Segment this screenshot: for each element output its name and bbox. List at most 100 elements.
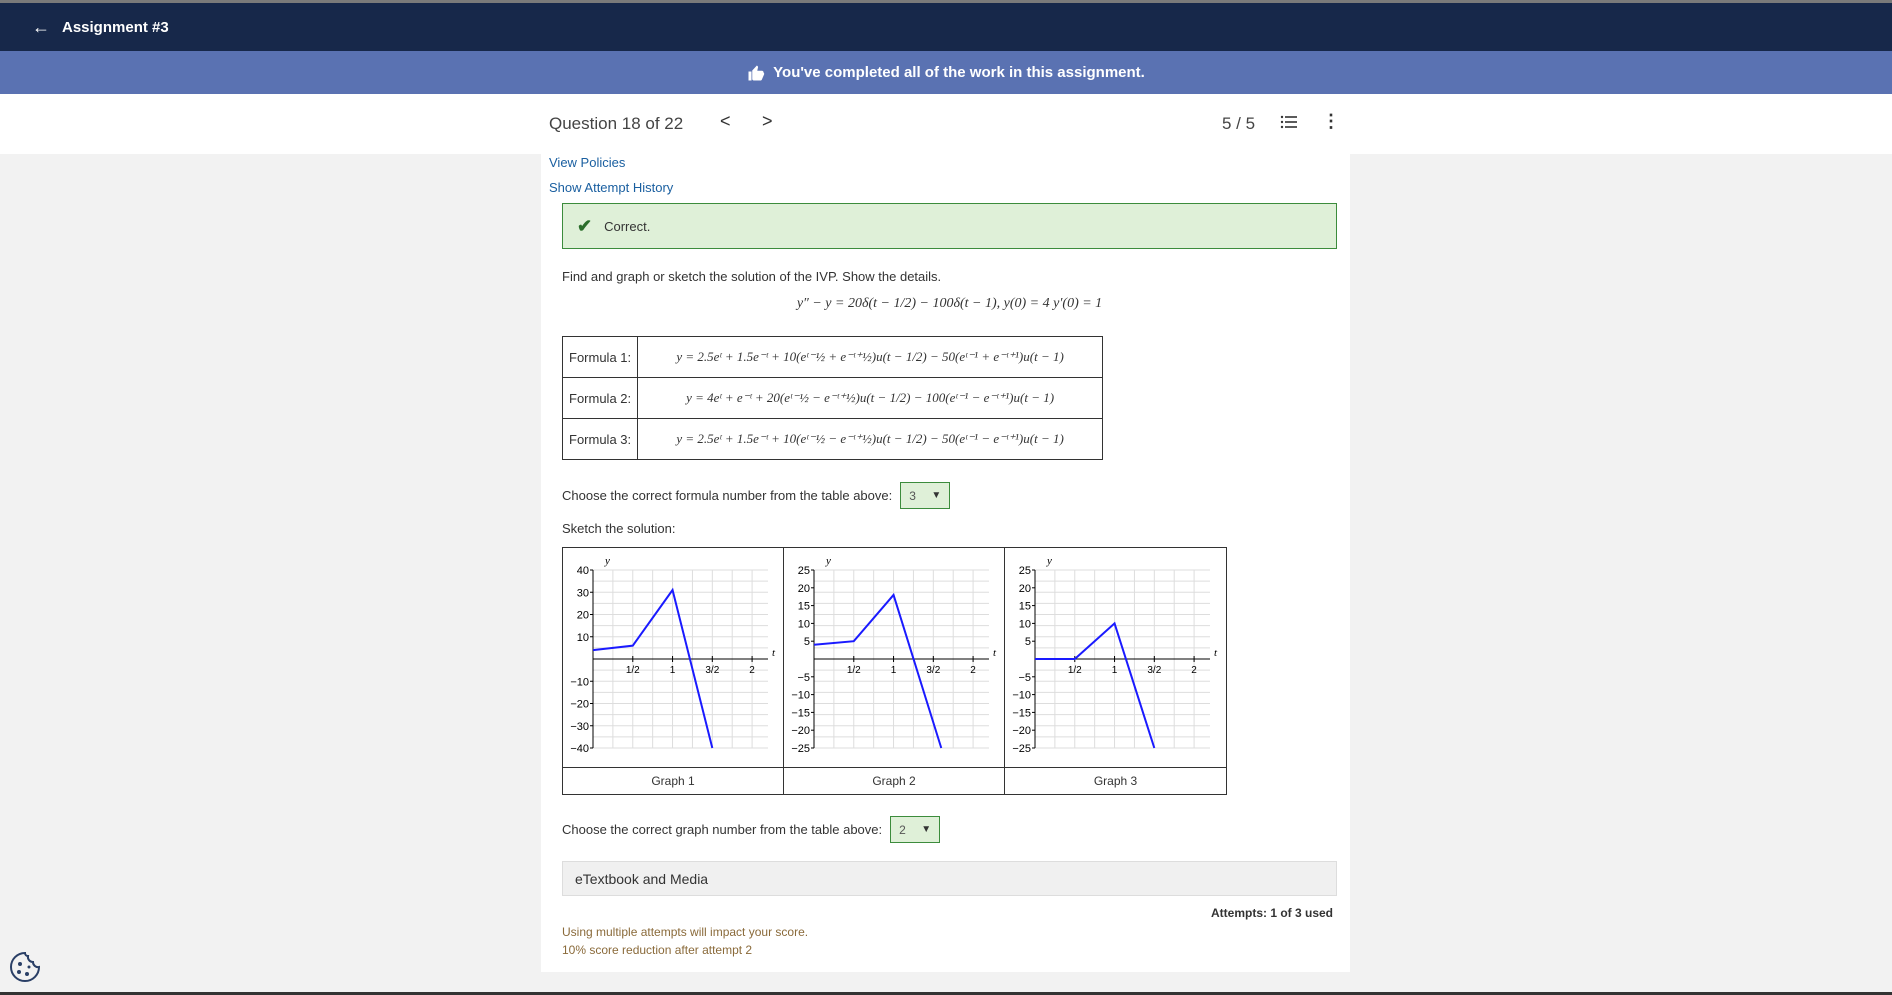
x-tick-label: 2 bbox=[1191, 665, 1197, 676]
problem-equation: y″ − y = 20δ(t − 1/2) − 100δ(t − 1), y(0… bbox=[796, 296, 1103, 311]
graph-1-plot: y t 40 30 20 10 −10 −20 −30 −40 1/2 1 3/2 2 bbox=[570, 555, 776, 755]
attempt-note: Using multiple attempts will impact your… bbox=[562, 925, 809, 939]
x-tick-label: 3/2 bbox=[1147, 665, 1161, 676]
y-tick-label: −10 bbox=[1012, 690, 1031, 702]
y-tick-label: −25 bbox=[1012, 743, 1031, 755]
y-tick-label: 20 bbox=[1019, 583, 1031, 595]
formula-expression: y = 4eᵗ + e⁻ᵗ + 20(eᵗ⁻½ − e⁻ᵗ⁺½)u(t − 1/… bbox=[637, 377, 1103, 419]
y-tick-label: 40 bbox=[577, 565, 589, 577]
formula-choice-label: Choose the correct formula number from t… bbox=[562, 488, 893, 503]
question-score: 5 / 5 bbox=[1222, 114, 1256, 133]
y-tick-label: −25 bbox=[791, 743, 810, 755]
graph-select[interactable]: 2 ▼ bbox=[890, 816, 941, 843]
y-tick-label: 15 bbox=[1019, 601, 1031, 613]
graph-choice-row: Choose the correct graph number from the… bbox=[562, 816, 941, 843]
thumbs-up-icon bbox=[748, 65, 765, 80]
x-tick-label: 2 bbox=[970, 665, 976, 676]
graph-3-plot: y t 25 20 15 10 5 −5 −10 −15 −20 −25 1/2 1 3/2 2 bbox=[1012, 555, 1218, 755]
y-tick-label: 15 bbox=[798, 601, 810, 613]
x-tick-label: 1/2 bbox=[847, 665, 861, 676]
list-icon[interactable] bbox=[1280, 114, 1298, 130]
x-tick-label: 1 bbox=[1112, 665, 1118, 676]
y-tick-label: −20 bbox=[570, 699, 589, 711]
graph-2-plot: y t 25 20 15 10 5 −5 −10 −15 −20 −25 1/2 1 3/2 2 bbox=[791, 555, 997, 755]
formula-label: Formula 1: bbox=[561, 336, 639, 378]
y-tick-label: −30 bbox=[570, 721, 589, 733]
chevron-down-icon: ▼ bbox=[931, 490, 942, 501]
y-tick-label: −10 bbox=[570, 676, 589, 688]
correct-status-box: ✔ Correct. bbox=[562, 203, 1337, 249]
completion-banner: You've completed all of the work in this… bbox=[0, 51, 1892, 94]
y-tick-label: 5 bbox=[1025, 636, 1031, 648]
y-tick-label: −10 bbox=[791, 690, 810, 702]
y-tick-label: 20 bbox=[577, 610, 589, 622]
banner-text: You've completed all of the work in this… bbox=[773, 64, 1145, 81]
x-tick-label: 1 bbox=[670, 665, 676, 676]
x-tick-label: 2 bbox=[749, 665, 755, 676]
y-axis-label: y bbox=[1046, 555, 1052, 567]
x-tick-label: 1/2 bbox=[1068, 665, 1082, 676]
formula-table: Formula 1: y = 2.5eᵗ + 1.5e⁻ᵗ + 10(eᵗ⁻½ … bbox=[561, 336, 1103, 460]
chevron-down-icon: ▼ bbox=[921, 824, 932, 835]
sketch-label: Sketch the solution: bbox=[562, 521, 676, 536]
check-icon: ✔ bbox=[577, 215, 593, 236]
x-tick-label: 3/2 bbox=[705, 665, 719, 676]
y-tick-label: −15 bbox=[791, 707, 810, 719]
formula-label: Formula 2: bbox=[561, 377, 639, 419]
y-tick-label: 25 bbox=[798, 565, 810, 577]
status-text: Correct. bbox=[604, 218, 651, 234]
y-tick-label: −5 bbox=[1018, 672, 1031, 684]
y-tick-label: 10 bbox=[798, 618, 810, 630]
formula-row: Formula 2: y = 4eᵗ + e⁻ᵗ + 20(eᵗ⁻½ − e⁻ᵗ… bbox=[561, 377, 1103, 419]
y-tick-label: 20 bbox=[798, 583, 810, 595]
y-tick-label: −20 bbox=[1012, 725, 1031, 737]
more-vertical-icon[interactable]: ⋮ bbox=[1322, 112, 1340, 130]
etextbook-media-button[interactable]: eTextbook and Media bbox=[562, 861, 1337, 896]
formula-select-value: 3 bbox=[909, 488, 916, 503]
view-policies-link[interactable]: View Policies bbox=[549, 155, 625, 170]
y-axis-label: y bbox=[604, 555, 610, 567]
solution-curve bbox=[813, 592, 943, 749]
previous-question-button[interactable]: < bbox=[720, 112, 731, 130]
x-tick-label: 1/2 bbox=[626, 665, 640, 676]
graph-select-value: 2 bbox=[899, 822, 906, 837]
formula-select[interactable]: 3 ▼ bbox=[900, 482, 951, 509]
y-tick-label: 5 bbox=[804, 636, 810, 648]
formula-expression: y = 2.5eᵗ + 1.5e⁻ᵗ + 10(eᵗ⁻½ + e⁻ᵗ⁺½)u(t… bbox=[637, 336, 1103, 378]
x-tick-label: 1 bbox=[891, 665, 897, 676]
x-axis-label: t bbox=[772, 647, 776, 659]
formula-row: Formula 1: y = 2.5eᵗ + 1.5e⁻ᵗ + 10(eᵗ⁻½ … bbox=[561, 336, 1103, 378]
y-tick-label: 25 bbox=[1019, 565, 1031, 577]
formula-expression: y = 2.5eᵗ + 1.5e⁻ᵗ + 10(eᵗ⁻½ − e⁻ᵗ⁺½)u(t… bbox=[637, 418, 1103, 460]
y-tick-label: −15 bbox=[1012, 707, 1031, 719]
next-question-button[interactable]: > bbox=[762, 112, 773, 130]
graph-caption: Graph 3 bbox=[1005, 767, 1226, 794]
problem-text: Find and graph or sketch the solution of… bbox=[562, 269, 942, 284]
x-tick-label: 3/2 bbox=[926, 665, 940, 676]
y-axis-label: y bbox=[825, 555, 831, 567]
graph-cell: y t 40 30 20 10 −10 −20 −30 −40 1/2 1 3/2 2 Graph 1 bbox=[563, 548, 784, 794]
graph-table: y t 40 30 20 10 −10 −20 −30 −40 1/2 1 3/2 2 Graph 1 y… bbox=[562, 547, 1227, 795]
assignment-title[interactable]: Assignment #3 bbox=[62, 19, 169, 36]
y-tick-label: 30 bbox=[577, 587, 589, 599]
graph-cell: y t 25 20 15 10 5 −5 −10 −15 −20 −25 1/2 1 3/2 2 Graph … bbox=[784, 548, 1005, 794]
graph-caption: Graph 2 bbox=[784, 767, 1004, 794]
question-header: Question 18 of 22 < > 5 / 5 ⋮ bbox=[0, 94, 1892, 154]
formula-row: Formula 3: y = 2.5eᵗ + 1.5e⁻ᵗ + 10(eᵗ⁻½ … bbox=[561, 418, 1103, 460]
y-tick-label: 10 bbox=[577, 632, 589, 644]
graph-cell: y t 25 20 15 10 5 −5 −10 −15 −20 −25 1/2 1 3/2 2 Graph … bbox=[1005, 548, 1226, 794]
show-attempt-history-link[interactable]: Show Attempt History bbox=[549, 180, 673, 195]
y-tick-label: −20 bbox=[791, 725, 810, 737]
x-axis-label: t bbox=[993, 647, 997, 659]
formula-label: Formula 3: bbox=[561, 418, 639, 460]
cookie-icon[interactable] bbox=[8, 950, 42, 984]
top-bar: ← Assignment #3 bbox=[0, 3, 1892, 51]
attempt-note: 10% score reduction after attempt 2 bbox=[562, 943, 753, 957]
question-title: Question 18 of 22 bbox=[549, 114, 684, 133]
x-axis-label: t bbox=[1214, 647, 1218, 659]
attempts-count: Attempts: 1 of 3 used bbox=[1211, 906, 1334, 920]
y-tick-label: −5 bbox=[797, 672, 810, 684]
y-tick-label: −40 bbox=[570, 743, 589, 755]
arrow-left-icon[interactable]: ← bbox=[32, 18, 50, 36]
graph-caption: Graph 1 bbox=[563, 767, 783, 794]
